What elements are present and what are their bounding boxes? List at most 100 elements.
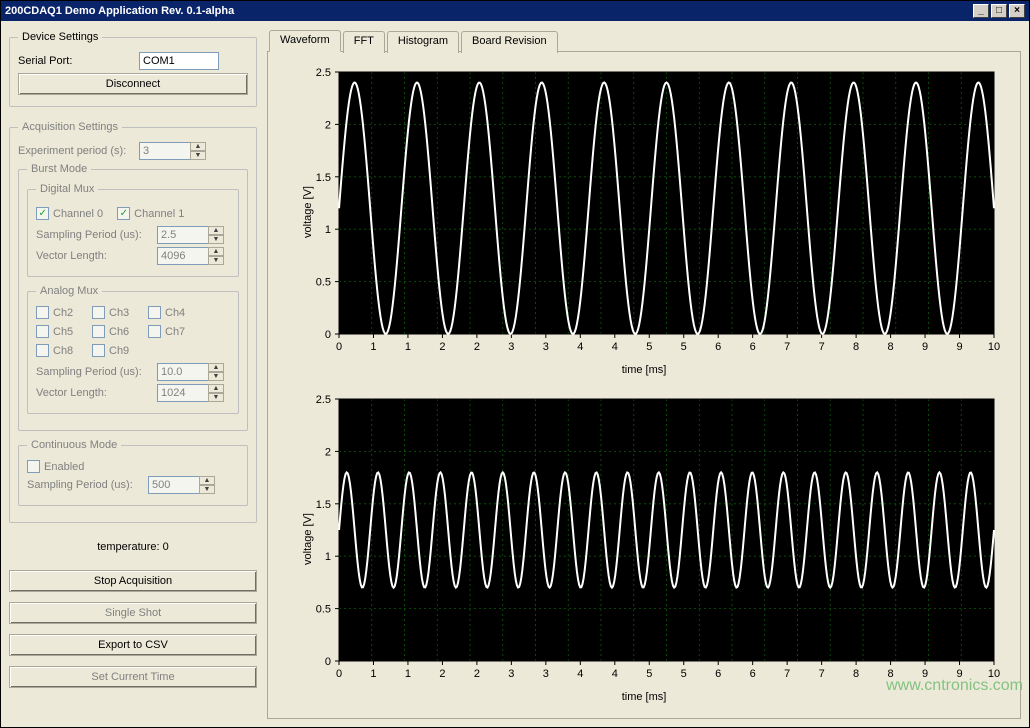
spin-down-icon[interactable]: ▼	[190, 151, 206, 160]
svg-text:8: 8	[853, 668, 859, 680]
dmux-sampling-spinner[interactable]: ▲▼	[157, 226, 229, 244]
analog-channel-checkbox[interactable]: Ch8	[36, 344, 84, 357]
svg-text:4: 4	[612, 341, 618, 353]
minimize-button[interactable]: _	[973, 4, 989, 18]
svg-text:8: 8	[888, 668, 894, 680]
disconnect-button[interactable]: Disconnect	[18, 73, 248, 95]
svg-text:10: 10	[988, 341, 1000, 353]
svg-text:8: 8	[888, 341, 894, 353]
set-current-time-button[interactable]: Set Current Time	[9, 666, 257, 688]
left-pane: Device Settings Serial Port: Disconnect …	[9, 29, 257, 719]
spin-up-icon[interactable]: ▲	[208, 384, 224, 393]
cont-sampling-spinner[interactable]: ▲▼	[148, 476, 220, 494]
tab-waveform[interactable]: Waveform	[269, 30, 341, 52]
spin-down-icon[interactable]: ▼	[208, 393, 224, 402]
cont-sampling-input[interactable]	[148, 476, 200, 494]
amux-vector-label: Vector Length:	[36, 387, 151, 399]
svg-text:0.5: 0.5	[316, 277, 331, 289]
svg-text:5: 5	[681, 668, 687, 680]
spin-up-icon[interactable]: ▲	[208, 226, 224, 235]
spin-down-icon[interactable]: ▼	[199, 485, 215, 494]
svg-text:2: 2	[439, 668, 445, 680]
titlebar: 200CDAQ1 Demo Application Rev. 0.1-alpha…	[1, 1, 1029, 21]
analog-channel-checkbox[interactable]: Ch5	[36, 325, 84, 338]
dmux-vector-input[interactable]	[157, 247, 209, 265]
svg-text:2: 2	[325, 119, 331, 131]
plot-2: 00.511.522.5011223344556677889910	[278, 389, 1010, 689]
stop-acquisition-button[interactable]: Stop Acquisition	[9, 570, 257, 592]
svg-text:2: 2	[474, 341, 480, 353]
burst-mode-legend: Burst Mode	[27, 163, 91, 175]
tab-histogram[interactable]: Histogram	[387, 31, 459, 53]
analog-mux-group: Analog Mux Ch2 Ch3 Ch4 Ch5 Ch6 Ch7 Ch8 Ch9 Samp…	[27, 285, 239, 414]
analog-channel-checkbox[interactable]: Ch2	[36, 306, 84, 319]
channel0-checkbox[interactable]: Channel 0	[36, 207, 103, 220]
plot-2-wrap: voltage [V] 00.511.522.50112233445566778…	[278, 389, 1010, 712]
svg-text:9: 9	[922, 341, 928, 353]
digital-mux-group: Digital Mux Channel 0 Channel 1	[27, 183, 239, 277]
svg-text:5: 5	[681, 341, 687, 353]
svg-text:7: 7	[784, 341, 790, 353]
burst-mode-group: Burst Mode Digital Mux Channel 0 Channel…	[18, 163, 248, 431]
plot-2-ylabel: voltage [V]	[302, 513, 314, 565]
acquisition-settings-legend: Acquisition Settings	[18, 121, 122, 133]
svg-text:4: 4	[577, 341, 583, 353]
analog-channel-checkbox[interactable]: Ch9	[92, 344, 140, 357]
single-shot-button[interactable]: Single Shot	[9, 602, 257, 624]
app-window: 200CDAQ1 Demo Application Rev. 0.1-alpha…	[0, 0, 1030, 728]
serial-port-label: Serial Port:	[18, 55, 133, 67]
dmux-sampling-input[interactable]	[157, 226, 209, 244]
amux-vector-spinner[interactable]: ▲▼	[157, 384, 229, 402]
channel1-checkbox[interactable]: Channel 1	[117, 207, 184, 220]
analog-channel-checkbox[interactable]: Ch7	[148, 325, 196, 338]
amux-vector-input[interactable]	[157, 384, 209, 402]
maximize-button[interactable]: □	[991, 4, 1007, 18]
svg-text:7: 7	[819, 341, 825, 353]
analog-channel-checkbox[interactable]: Ch4	[148, 306, 196, 319]
serial-port-input[interactable]	[139, 52, 219, 70]
digital-mux-legend: Digital Mux	[36, 183, 98, 195]
amux-sampling-spinner[interactable]: ▲▼	[157, 363, 229, 381]
analog-channel-checkbox[interactable]: Ch6	[92, 325, 140, 338]
dmux-sampling-label: Sampling Period (us):	[36, 229, 151, 241]
svg-text:7: 7	[819, 668, 825, 680]
spin-up-icon[interactable]: ▲	[208, 363, 224, 372]
svg-text:1: 1	[325, 551, 331, 563]
close-button[interactable]: ×	[1009, 4, 1025, 18]
svg-text:1.5: 1.5	[316, 499, 331, 511]
amux-sampling-label: Sampling Period (us):	[36, 366, 151, 378]
exp-period-label: Experiment period (s):	[18, 145, 133, 157]
exp-period-spinner[interactable]: ▲▼	[139, 142, 211, 160]
svg-text:3: 3	[543, 341, 549, 353]
spin-up-icon[interactable]: ▲	[190, 142, 206, 151]
spin-down-icon[interactable]: ▼	[208, 235, 224, 244]
svg-text:1: 1	[405, 341, 411, 353]
analog-mux-legend: Analog Mux	[36, 285, 102, 297]
export-csv-button[interactable]: Export to CSV	[9, 634, 257, 656]
svg-text:8: 8	[853, 341, 859, 353]
svg-text:2: 2	[474, 668, 480, 680]
continuous-enabled-checkbox[interactable]: Enabled	[27, 460, 231, 473]
amux-sampling-input[interactable]	[157, 363, 209, 381]
spin-up-icon[interactable]: ▲	[199, 476, 215, 485]
dmux-vector-spinner[interactable]: ▲▼	[157, 247, 229, 265]
plot-1-wrap: voltage [V] 00.511.522.50112233445566778…	[278, 62, 1010, 385]
spin-down-icon[interactable]: ▼	[208, 372, 224, 381]
svg-text:9: 9	[922, 668, 928, 680]
tab-fft[interactable]: FFT	[343, 31, 385, 53]
exp-period-input[interactable]	[139, 142, 191, 160]
svg-text:6: 6	[750, 668, 756, 680]
svg-text:1: 1	[325, 224, 331, 236]
check-icon	[39, 210, 47, 218]
spin-down-icon[interactable]: ▼	[208, 256, 224, 265]
svg-text:1: 1	[370, 341, 376, 353]
check-icon	[120, 210, 128, 218]
svg-text:10: 10	[988, 668, 1000, 680]
analog-channel-checkbox[interactable]: Ch3	[92, 306, 140, 319]
spin-up-icon[interactable]: ▲	[208, 247, 224, 256]
svg-text:0: 0	[325, 656, 331, 668]
temperature-label: temperature: 0	[9, 541, 257, 553]
continuous-mode-group: Continuous Mode Enabled Sampling Period …	[18, 439, 248, 506]
svg-text:5: 5	[646, 341, 652, 353]
tab-board-revision[interactable]: Board Revision	[461, 31, 558, 53]
